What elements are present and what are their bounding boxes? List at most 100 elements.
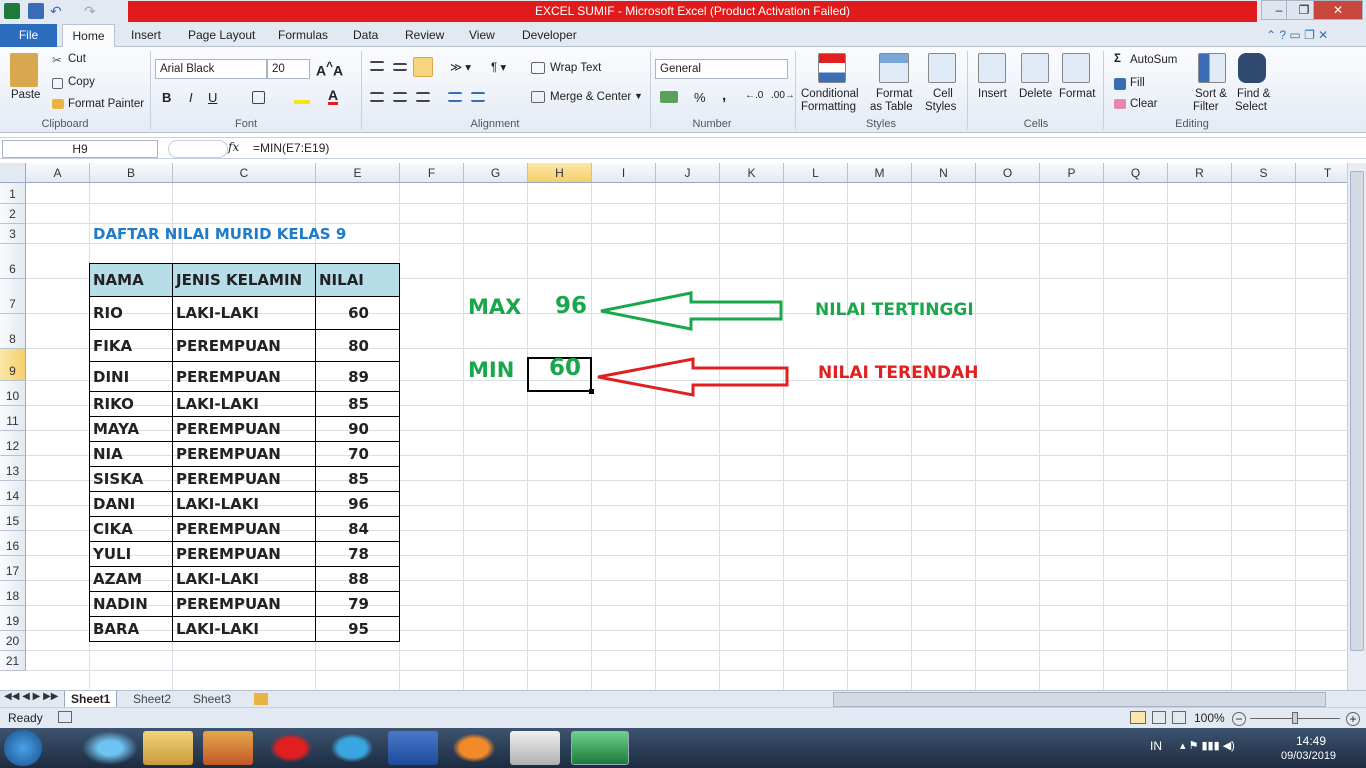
table-cell[interactable]: LAKI-LAKI — [172, 296, 316, 330]
table-cell[interactable]: FIKA — [89, 329, 173, 362]
column-header-j[interactable]: J — [656, 163, 720, 183]
autosum-button[interactable]: AutoSum — [1130, 54, 1177, 66]
table-cell[interactable]: DINI — [89, 361, 173, 392]
column-header-g[interactable]: G — [464, 163, 528, 183]
binoculars-icon[interactable] — [1238, 53, 1266, 83]
column-header-o[interactable]: O — [976, 163, 1040, 183]
telegram-icon[interactable] — [327, 731, 377, 765]
row-header-1[interactable]: 1 — [0, 183, 26, 204]
tab-page-layout[interactable]: Page Layout — [188, 28, 255, 42]
formula-input[interactable]: =MIN(E7:E19) — [253, 141, 329, 155]
format-cells-icon[interactable] — [1062, 53, 1090, 83]
column-header-l[interactable]: L — [784, 163, 848, 183]
number-format-select[interactable]: General — [655, 59, 788, 79]
column-header-m[interactable]: M — [848, 163, 912, 183]
tab-insert[interactable]: Insert — [131, 28, 161, 42]
decrease-decimal-icon[interactable]: .00→ — [771, 90, 795, 101]
row-header-15[interactable]: 15 — [0, 506, 26, 531]
min-note[interactable]: NILAI TERENDAH — [818, 363, 978, 383]
column-header-q[interactable]: Q — [1104, 163, 1168, 183]
max-value[interactable]: 96 — [555, 293, 587, 319]
chevron-down-icon[interactable]: ▼ — [634, 91, 643, 101]
align-right-icon[interactable] — [416, 92, 430, 102]
font-name-select[interactable]: Arial Black — [155, 59, 267, 79]
tray-icons[interactable]: ▴ ⚑ ▮▮▮ ◀) — [1180, 739, 1235, 752]
align-middle-icon[interactable] — [393, 63, 407, 71]
table-cell[interactable]: LAKI-LAKI — [172, 391, 316, 417]
row-header-16[interactable]: 16 — [0, 531, 26, 556]
column-header-p[interactable]: P — [1040, 163, 1104, 183]
table-cell[interactable]: LAKI-LAKI — [172, 491, 316, 517]
table-cell[interactable]: 79 — [315, 591, 400, 617]
find-select-label[interactable]: Select — [1235, 101, 1267, 113]
table-cell[interactable]: CIKA — [89, 516, 173, 542]
cell-styles-icon[interactable] — [928, 53, 956, 83]
format-as-table-label[interactable]: as Table — [870, 101, 913, 113]
tab-data[interactable]: Data — [353, 28, 378, 42]
find-select-button[interactable]: Find & — [1237, 88, 1270, 100]
increase-decimal-icon[interactable]: ←.0 — [745, 90, 763, 101]
column-header-f[interactable]: F — [400, 163, 464, 183]
table-cell[interactable]: PEREMPUAN — [172, 441, 316, 467]
conditional-formatting-label[interactable]: Formatting — [801, 101, 856, 113]
table-cell[interactable]: DANI — [89, 491, 173, 517]
table-cell[interactable]: LAKI-LAKI — [172, 616, 316, 642]
column-header-t[interactable]: T — [1296, 163, 1347, 183]
paste-button[interactable]: Paste — [11, 89, 40, 101]
conditional-formatting-icon[interactable] — [818, 53, 846, 83]
sort-filter-label[interactable]: Filter — [1193, 101, 1219, 113]
firefox-icon[interactable] — [449, 731, 499, 765]
tab-file[interactable]: File — [0, 24, 57, 47]
text-direction-icon[interactable]: ¶ ▾ — [491, 60, 506, 74]
underline-button[interactable]: U — [208, 90, 217, 105]
internet-explorer-icon[interactable] — [82, 731, 138, 765]
orientation-icon[interactable]: ≫ ▾ — [450, 60, 471, 74]
format-as-table-button[interactable]: Format — [876, 88, 912, 100]
min-value[interactable]: 60 — [549, 355, 581, 381]
insert-cells-icon[interactable] — [978, 53, 1006, 83]
format-button[interactable]: Format — [1059, 88, 1095, 100]
table-cell[interactable]: BARA — [89, 616, 173, 642]
row-header-7[interactable]: 7 — [0, 279, 26, 314]
sheet-tab-2[interactable]: Sheet2 — [127, 691, 177, 708]
table-cell[interactable]: 89 — [315, 361, 400, 392]
table-cell[interactable]: PEREMPUAN — [172, 466, 316, 492]
normal-view-icon[interactable] — [1130, 711, 1146, 724]
table-cell[interactable]: 88 — [315, 566, 400, 592]
italic-button[interactable]: I — [189, 90, 193, 105]
table-cell[interactable]: YULI — [89, 541, 173, 567]
name-box[interactable]: H9 — [2, 140, 158, 158]
undo-icon[interactable]: ↶ — [50, 3, 66, 19]
word-icon[interactable] — [388, 731, 438, 765]
page-layout-view-icon[interactable] — [1152, 711, 1166, 724]
font-size-select[interactable]: 20 — [267, 59, 310, 79]
grow-font-icon[interactable]: A^A — [316, 60, 343, 79]
column-header-s[interactable]: S — [1232, 163, 1296, 183]
insert-sheet-icon[interactable] — [254, 693, 268, 705]
comma-button[interactable]: , — [722, 87, 726, 104]
help-icon[interactable]: ⌃ ? ▭ ❐ ✕ — [1266, 28, 1328, 42]
row-header-13[interactable]: 13 — [0, 456, 26, 481]
close-button[interactable]: ✕ — [1313, 0, 1363, 20]
align-left-icon[interactable] — [370, 92, 384, 102]
select-all-button[interactable] — [0, 163, 26, 183]
sheet-title[interactable]: DAFTAR NILAI MURID KELAS 9 — [93, 225, 346, 243]
max-note[interactable]: NILAI TERTINGGI — [815, 300, 974, 320]
column-header-i[interactable]: I — [592, 163, 656, 183]
row-header-3[interactable]: 3 — [0, 224, 26, 244]
tab-view[interactable]: View — [469, 28, 495, 42]
row-header-19[interactable]: 19 — [0, 606, 26, 631]
table-cell[interactable]: SISKA — [89, 466, 173, 492]
currency-icon[interactable] — [660, 91, 678, 103]
font-color-icon[interactable]: A — [328, 88, 339, 105]
row-header-14[interactable]: 14 — [0, 481, 26, 506]
row-header-12[interactable]: 12 — [0, 431, 26, 456]
table-header-cell[interactable]: JENIS KELAMIN — [172, 263, 316, 297]
insert-function-icon[interactable]: fx — [228, 140, 239, 154]
tab-formulas[interactable]: Formulas — [278, 28, 328, 42]
column-header-h[interactable]: H — [528, 163, 592, 183]
percent-button[interactable]: % — [694, 90, 706, 105]
table-cell[interactable]: 60 — [315, 296, 400, 330]
row-header-11[interactable]: 11 — [0, 406, 26, 431]
merge-center-button[interactable]: Merge & Center — [550, 91, 631, 103]
